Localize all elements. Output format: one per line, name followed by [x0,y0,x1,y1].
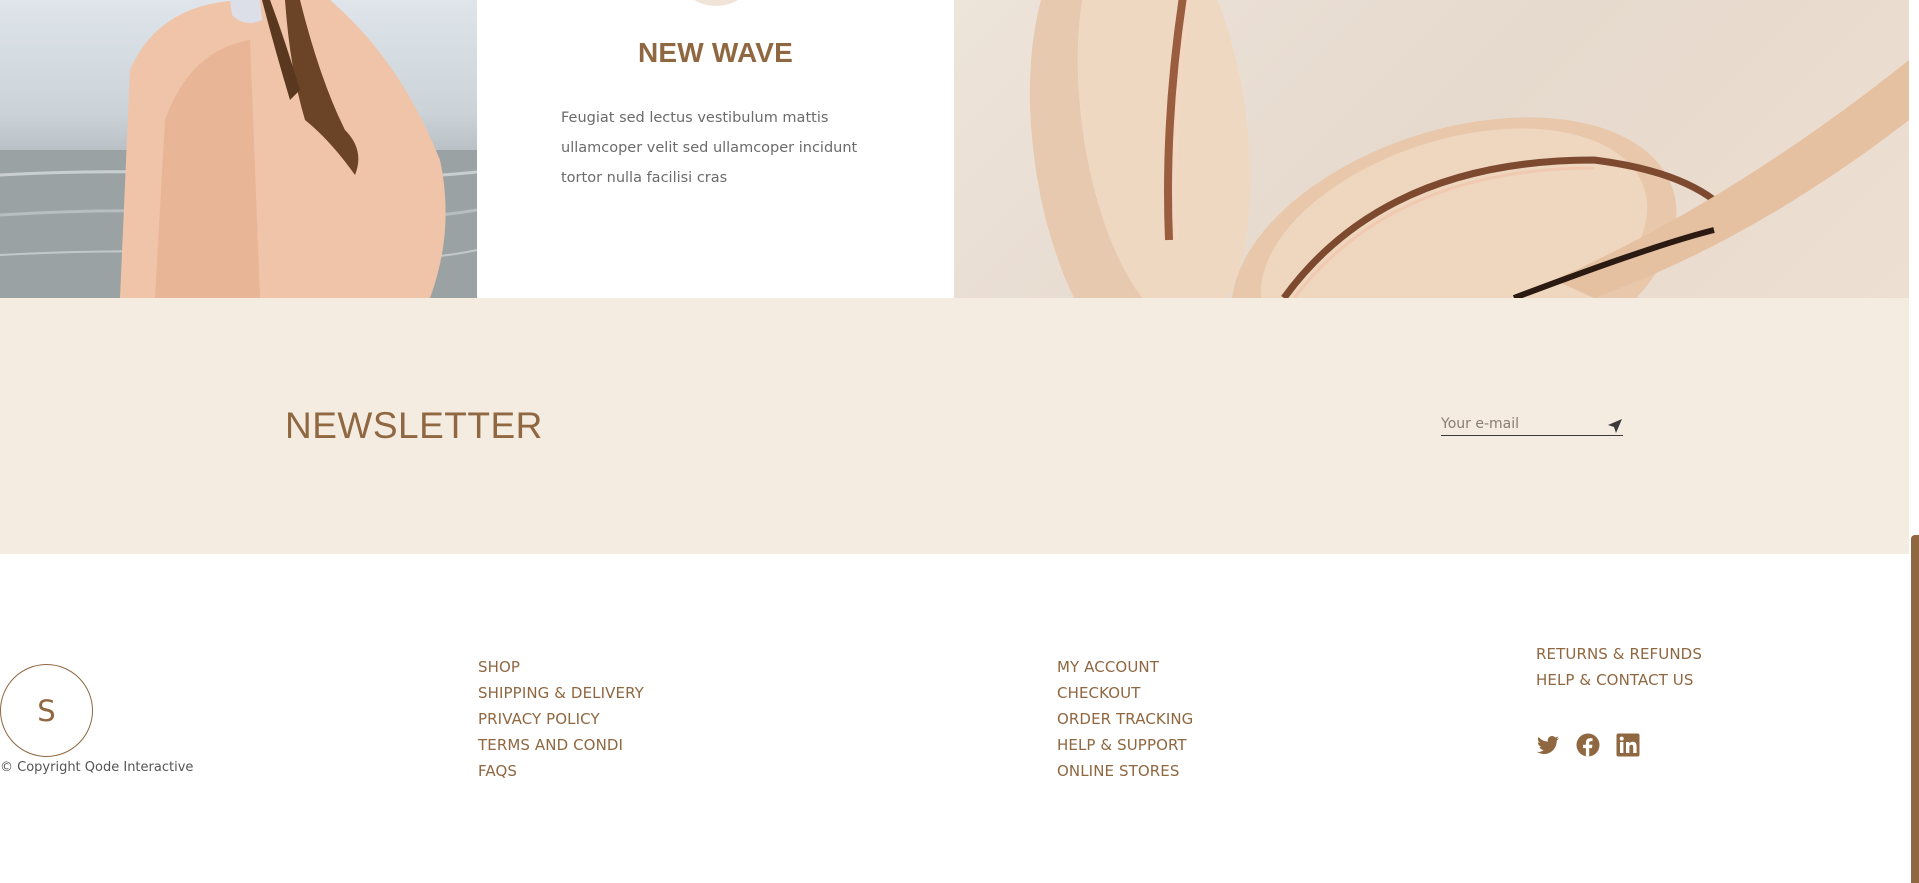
footer-menu-1: SHOP SHIPPING & DELIVERY PRIVACY POLICY … [478,654,644,784]
footer-link-my-account[interactable]: MY ACCOUNT [1057,654,1193,680]
footer-link-shop[interactable]: SHOP [478,654,644,680]
copyright-text: © Copyright Qode Interactive [0,760,194,775]
facebook-icon [1576,733,1600,757]
footer-menu-3: RETURNS & REFUNDS HELP & CONTACT US [1536,641,1702,693]
newsletter-form [1441,414,1623,436]
headphones-photo [954,0,1909,298]
card-title: NEW WAVE [637,37,794,68]
footer-menu-2: MY ACCOUNT CHECKOUT ORDER TRACKING HELP … [1057,654,1193,784]
footer-link-online-stores[interactable]: ONLINE STORES [1057,758,1193,784]
woman-photo [0,0,477,298]
twitter-icon [1537,736,1559,754]
footer-link-help-contact[interactable]: HELP & CONTACT US [1536,667,1702,693]
newsletter-section: NEWSLETTER [0,298,1909,554]
footer-link-privacy[interactable]: PRIVACY POLICY [478,706,644,732]
linkedin-icon [1616,733,1640,757]
facebook-link[interactable] [1576,733,1600,757]
feature-row: NEW WAVE Feugiat sed lectus vestibulum m… [0,0,1909,298]
card-description: Feugiat sed lectus vestibulum mattis ull… [561,110,858,186]
email-input[interactable] [1441,414,1601,434]
footer-link-returns[interactable]: RETURNS & REFUNDS [1536,641,1702,667]
footer-link-shipping[interactable]: SHIPPING & DELIVERY [478,680,644,706]
footer-logo[interactable]: S [0,664,93,757]
footer-link-terms[interactable]: TERMS AND CONDI [478,732,644,758]
newsletter-title: NEWSLETTER [285,405,543,446]
linkedin-link[interactable] [1616,733,1640,757]
footer-link-faqs[interactable]: FAQS [478,758,644,784]
send-button[interactable] [1607,418,1623,434]
card-circle-decoration [673,0,759,6]
twitter-link[interactable] [1536,733,1560,757]
footer-link-order-tracking[interactable]: ORDER TRACKING [1057,706,1193,732]
feature-card: NEW WAVE Feugiat sed lectus vestibulum m… [477,0,954,298]
scrollbar-thumb[interactable] [1911,535,1919,883]
footer-link-checkout[interactable]: CHECKOUT [1057,680,1193,706]
footer-link-help-support[interactable]: HELP & SUPPORT [1057,732,1193,758]
social-links [1536,733,1640,757]
send-icon [1608,419,1622,433]
footer: S © Copyright Qode Interactive SHOP SHIP… [0,554,1909,883]
